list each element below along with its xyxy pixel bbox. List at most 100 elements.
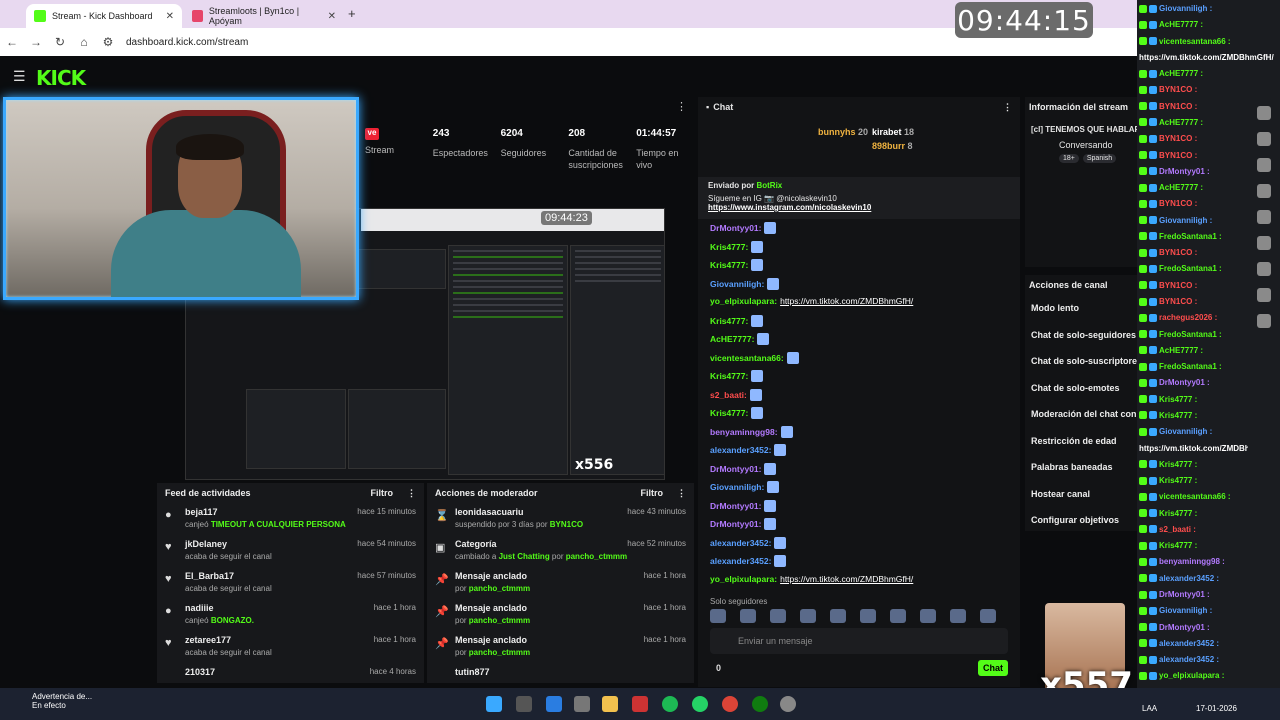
xbox-icon[interactable] <box>752 696 768 712</box>
edge-icon[interactable] <box>546 696 562 712</box>
app-icon[interactable] <box>632 696 648 712</box>
action-followers-only[interactable]: Chat de solo-seguidores <box>1025 322 1137 349</box>
settings-icon[interactable] <box>1257 158 1271 172</box>
new-tab-button[interactable]: + <box>348 6 356 21</box>
start-icon[interactable] <box>486 696 502 712</box>
action-banned-words[interactable]: Palabras baneadas <box>1025 454 1137 481</box>
chat-username[interactable]: s2_baati: <box>710 390 747 400</box>
stream-title[interactable]: [cl] TENEMOS QUE HABLAR | !ig !casino !d… <box>1025 117 1137 134</box>
chat-username[interactable]: DrMontyy01: <box>710 464 761 474</box>
bolt-icon[interactable] <box>1257 184 1271 198</box>
input-language[interactable]: LAA <box>1142 704 1157 713</box>
emote-icon[interactable] <box>800 609 816 623</box>
action-configure-goals[interactable]: Configurar objetivos <box>1025 507 1137 534</box>
chat-username[interactable]: AcHE7777: <box>710 334 754 344</box>
emote-icon[interactable] <box>920 609 936 623</box>
chat-username[interactable]: DrMontyy01: <box>710 519 761 529</box>
home-icon[interactable]: ⌂ <box>72 35 96 49</box>
obs-icon[interactable] <box>780 696 796 712</box>
badge-icon <box>1139 525 1147 534</box>
chat-username[interactable]: alexander3452: <box>710 445 771 455</box>
chat-username[interactable]: Kris4777: <box>710 316 748 326</box>
spotify-icon[interactable] <box>662 696 678 712</box>
chat-username[interactable]: Giovanniligh: <box>710 482 764 492</box>
emote-icon[interactable] <box>830 609 846 623</box>
chat-link[interactable]: https://vm.tiktok.com/ZMDBhmGfH/ <box>780 296 913 306</box>
mod-more-icon[interactable]: ⋮ <box>677 488 686 499</box>
list-icon[interactable] <box>1257 210 1271 224</box>
feed-item: ● nadiiie canjeó BONGAZO. hace 1 hora <box>157 599 424 631</box>
chat-more-icon[interactable]: ⋮ <box>1003 102 1012 113</box>
hourglass-icon: ⌛ <box>435 510 449 522</box>
emote-icon[interactable] <box>740 609 756 623</box>
url-field[interactable]: dashboard.kick.com/stream <box>126 37 248 48</box>
layout-icon[interactable] <box>1257 288 1271 302</box>
info-icon[interactable] <box>1257 106 1271 120</box>
emote-icon[interactable] <box>950 609 966 623</box>
more-options-icon[interactable]: ⋮ <box>676 100 687 113</box>
chrome-icon[interactable] <box>722 696 738 712</box>
chat-username[interactable]: alexander3452: <box>710 538 771 548</box>
emote-icon <box>774 536 787 549</box>
tab-kick-dashboard[interactable]: Stream - Kick Dashboard ✕ <box>26 4 182 28</box>
whatsapp-icon[interactable] <box>692 696 708 712</box>
chat-link[interactable]: https://vm.tiktok.com/ZMDBhmGfH/ <box>780 574 913 584</box>
mod-filter-button[interactable]: Filtro <box>641 488 664 499</box>
chat-username[interactable]: vicentesantana66: <box>710 353 784 363</box>
emote-icon[interactable] <box>770 609 786 623</box>
chat-username[interactable]: DrMontyy01: <box>710 501 761 511</box>
search-icon[interactable] <box>516 696 532 712</box>
chat-username[interactable]: yo_elpixulapara: <box>710 574 777 584</box>
site-info-icon[interactable]: ⚙ <box>96 35 120 49</box>
stat-label: Seguidores <box>500 148 547 158</box>
chat-send-button[interactable]: Chat <box>978 660 1008 676</box>
action-host-channel[interactable]: Hostear canal <box>1025 481 1137 508</box>
chat-icon[interactable] <box>1257 236 1271 250</box>
chat-username[interactable]: Kris4777: <box>710 408 748 418</box>
forward-icon[interactable]: → <box>24 35 48 49</box>
pinned-user[interactable]: BotRix <box>756 181 782 190</box>
close-tab-icon[interactable]: ✕ <box>328 11 336 22</box>
chat-username[interactable]: alexander3452: <box>710 556 771 566</box>
action-subs-only[interactable]: Chat de solo-suscriptores <box>1025 348 1137 375</box>
stream-category[interactable]: Conversando <box>1025 134 1137 150</box>
pinned-link[interactable]: https://www.instagram.com/nicolaskevin10 <box>708 203 1010 212</box>
chat-username[interactable]: Giovanniligh: <box>710 279 764 289</box>
emote-icon[interactable] <box>860 609 876 623</box>
feed-filter-button[interactable]: Filtro <box>371 488 394 499</box>
system-date[interactable]: 17-01-2026 <box>1196 704 1237 713</box>
broadcast-icon[interactable] <box>1257 262 1271 276</box>
store-icon[interactable] <box>574 696 590 712</box>
chat-username[interactable]: Kris4777: <box>710 260 748 270</box>
feed-more-icon[interactable]: ⋮ <box>407 488 416 499</box>
folder-icon[interactable] <box>602 696 618 712</box>
chat-username[interactable]: Kris4777: <box>710 242 748 252</box>
close-tab-icon[interactable]: ✕ <box>166 11 174 22</box>
action-ai-moderation[interactable]: Moderación del chat con IA <box>1025 401 1137 428</box>
badge-icon <box>1139 232 1147 241</box>
chat-username[interactable]: Kris4777: <box>710 371 748 381</box>
chat-username[interactable]: yo_elpixulapara: <box>710 296 777 306</box>
feed-item: ♥ jkDelaney acaba de seguir el canal hace 5… <box>157 535 424 567</box>
tools-icon[interactable] <box>1257 314 1271 328</box>
edit-icon[interactable] <box>1257 132 1271 146</box>
tab-streamloots[interactable]: Streamloots | Byn1co | Apóyam ✕ <box>184 4 344 28</box>
channel-points[interactable]: 0 <box>716 663 721 673</box>
badge-icon <box>1149 671 1157 680</box>
menu-icon[interactable]: ☰ <box>13 68 26 85</box>
chat-message: AcHE7777: <box>710 333 770 345</box>
back-icon[interactable]: ← <box>0 35 24 49</box>
emote-icon[interactable] <box>980 609 996 623</box>
emote-icon[interactable] <box>890 609 906 623</box>
kick-logo[interactable]: KICK <box>36 66 86 90</box>
reload-icon[interactable]: ↻ <box>48 35 72 49</box>
warning-notification[interactable]: Advertencia de... En efecto <box>14 692 92 710</box>
action-slow-mode[interactable]: Modo lento <box>1025 295 1137 322</box>
action-age-restriction[interactable]: Restricción de edad <box>1025 428 1137 455</box>
emote-icon[interactable] <box>710 609 726 623</box>
action-emotes-only[interactable]: Chat de solo-emotes <box>1025 375 1137 402</box>
chat-username[interactable]: DrMontyy01: <box>710 223 761 233</box>
mod-name[interactable]: tutin877 <box>455 663 686 675</box>
chat-username[interactable]: benyaminngg98: <box>710 427 778 437</box>
chat-input[interactable]: Enviar un mensaje <box>710 628 1008 654</box>
